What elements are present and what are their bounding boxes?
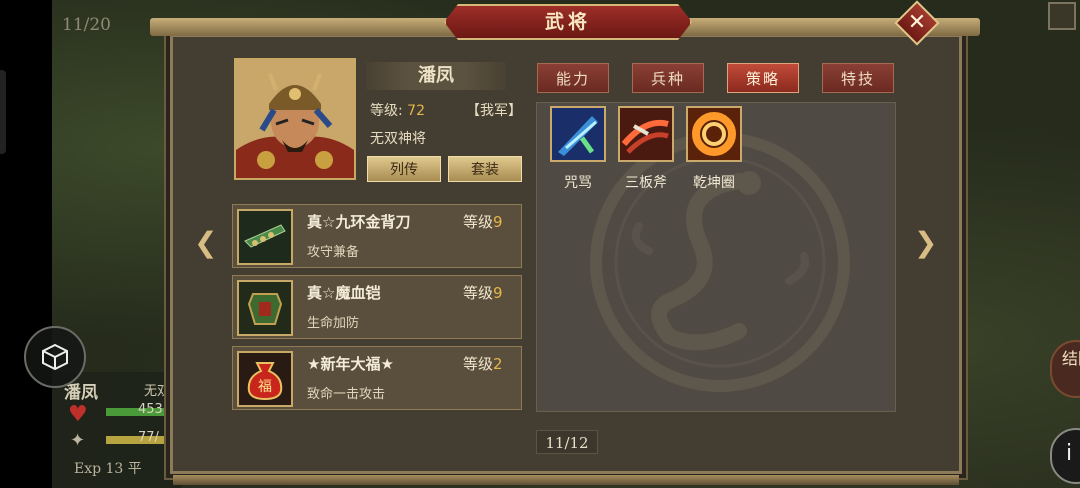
general-title: 无双神将 bbox=[370, 131, 426, 147]
blade-icon bbox=[237, 209, 293, 265]
equipment-level: 等级9 bbox=[463, 211, 503, 232]
mp-value: 77/ bbox=[138, 430, 159, 445]
equipment-level-label: 等级 bbox=[463, 213, 494, 231]
equipment-name: 真☆魔血铠 bbox=[307, 284, 381, 302]
side-handle[interactable] bbox=[0, 70, 6, 154]
screen-left-bezel bbox=[0, 0, 52, 488]
window-title: 武将 bbox=[444, 4, 692, 40]
scene-page-counter: 11/20 bbox=[62, 15, 111, 35]
triple-axe-icon[interactable] bbox=[618, 106, 674, 162]
tab-special-skill[interactable]: 特技 bbox=[822, 63, 894, 93]
cube-icon bbox=[42, 343, 68, 371]
scene-hero-desc: 无双 bbox=[144, 384, 171, 399]
equipment-level-value: 2 bbox=[493, 355, 503, 373]
tab-ability[interactable]: 能力 bbox=[537, 63, 609, 93]
equipment-desc: 攻守兼备 bbox=[307, 245, 360, 260]
exp-text: Exp 13 平 bbox=[74, 461, 142, 477]
page-indicator: 11/12 bbox=[536, 430, 598, 454]
hp-value: 453 bbox=[138, 402, 163, 417]
equipment-desc: 生命加防 bbox=[307, 316, 360, 331]
skill-label: 三板斧 bbox=[625, 175, 667, 191]
scene-unit-stats: 潘凤 无双 ♥ 453 ✦ 77/ Exp 13 平 bbox=[52, 372, 182, 488]
qiankun-ring-icon[interactable] bbox=[686, 106, 742, 162]
equipment-level-value: 9 bbox=[493, 213, 503, 231]
general-name: 潘凤 bbox=[366, 62, 506, 90]
equipment-level-label: 等级 bbox=[463, 355, 494, 373]
biography-button[interactable]: 列传 bbox=[367, 156, 441, 182]
equipment-level: 等级2 bbox=[463, 353, 503, 374]
cube-menu-button[interactable] bbox=[24, 326, 86, 388]
curse-icon[interactable] bbox=[550, 106, 606, 162]
level-value: 72 bbox=[407, 103, 425, 119]
equipment-level: 等级9 bbox=[463, 282, 503, 303]
equipment-set-button[interactable]: 套装 bbox=[448, 156, 522, 182]
general-level: 等级: 72 bbox=[370, 100, 425, 120]
equipment-item-accessory[interactable]: 福 ★新年大福★ 等级2 致命一击攻击 bbox=[232, 346, 522, 410]
heart-icon: ♥ bbox=[68, 402, 88, 427]
corner-button[interactable] bbox=[1048, 2, 1076, 30]
lucky-bag-char: 福 bbox=[258, 379, 272, 395]
tab-troop-type[interactable]: 兵种 bbox=[632, 63, 704, 93]
next-arrow-icon[interactable]: ❯ bbox=[914, 226, 937, 259]
skill-label: 乾坤圈 bbox=[693, 175, 735, 191]
faction-label: 【我军】 bbox=[466, 103, 522, 119]
armor-icon bbox=[237, 280, 293, 336]
equipment-item-armor[interactable]: 真☆魔血铠 等级9 生命加防 bbox=[232, 275, 522, 339]
level-label: 等级: bbox=[370, 103, 403, 119]
close-x-icon[interactable]: ✕ bbox=[901, 7, 933, 39]
equipment-level-label: 等级 bbox=[463, 284, 494, 302]
lucky-bag-icon: 福 bbox=[237, 351, 293, 407]
wing-icon: ✦ bbox=[70, 430, 86, 451]
general-portrait bbox=[234, 58, 356, 180]
dragon-emblem-icon bbox=[590, 132, 850, 392]
warrior-portrait-icon bbox=[236, 60, 354, 178]
equipment-name: ★新年大福★ bbox=[307, 355, 394, 373]
skill-label: 咒骂 bbox=[564, 175, 592, 191]
tab-strategy[interactable]: 策略 bbox=[727, 63, 799, 93]
equipment-level-value: 9 bbox=[493, 284, 503, 302]
previous-arrow-icon[interactable]: ❮ bbox=[194, 226, 217, 259]
equipment-desc: 致命一击攻击 bbox=[307, 387, 386, 402]
equipment-item-weapon[interactable]: 真☆九环金背刀 等级9 攻守兼备 bbox=[232, 204, 522, 268]
equipment-name: 真☆九环金背刀 bbox=[307, 213, 411, 231]
